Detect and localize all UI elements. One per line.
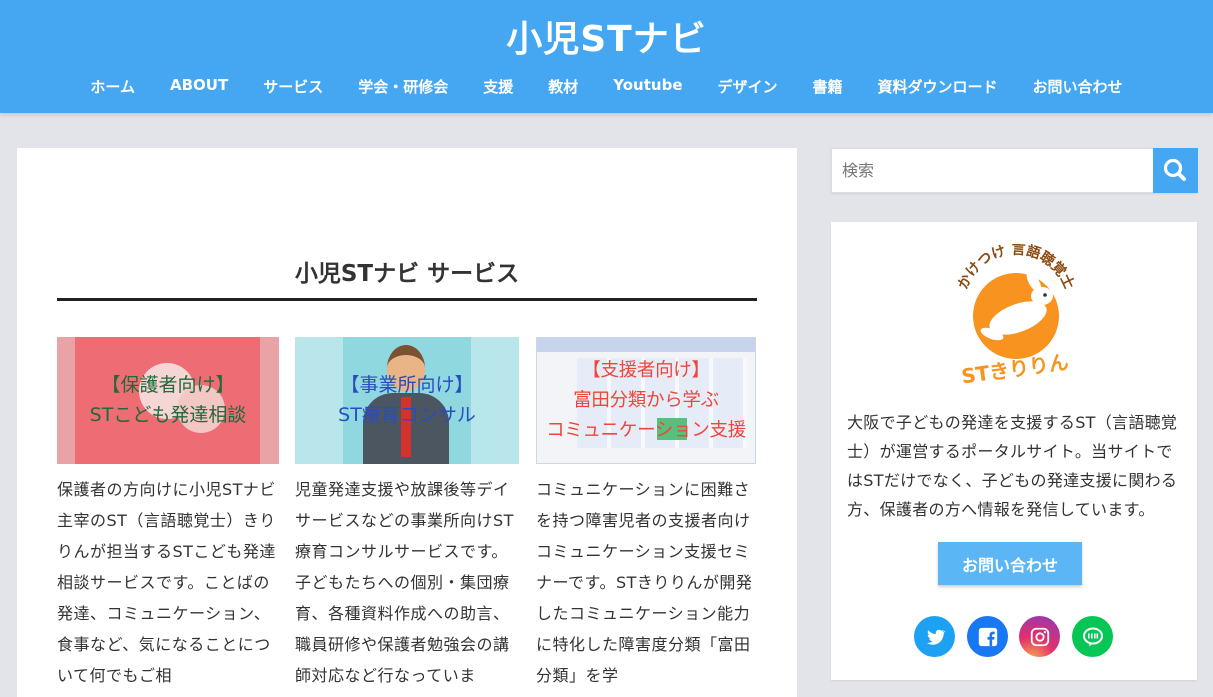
- nav-item-service[interactable]: サービス: [246, 76, 341, 97]
- nav-item-contact[interactable]: お問い合わせ: [1015, 76, 1140, 97]
- search-icon: [1163, 158, 1186, 181]
- service-description: コミュニケーションに困難さを持つ障害児者の支援者向けコミュニケーション支援セミナ…: [536, 480, 753, 685]
- service-card-parents[interactable]: 【保護者向け】 STこども発達相談 保護者の方向けに小児STナビ主宰のST（言語…: [57, 337, 279, 691]
- search-input[interactable]: [832, 149, 1152, 192]
- service-thumbnail-supporters[interactable]: 【支援者向け】 富田分類から学ぶ コミュニケーション支援: [536, 337, 756, 464]
- rabbit-eye-icon: [1043, 293, 1047, 297]
- instagram-icon: [1030, 627, 1049, 646]
- nav-item-home[interactable]: ホーム: [73, 76, 153, 97]
- about-text: 大阪で子どもの発達を支援するST（言語聴覚士）が運営するポータルサイト。当サイト…: [847, 413, 1178, 519]
- nav-item-support[interactable]: 支援: [466, 76, 531, 97]
- nav-item-design[interactable]: デザイン: [700, 76, 795, 97]
- line-icon: [1082, 627, 1103, 646]
- thumbnail-caption-line: 【保護者向け】: [101, 374, 235, 396]
- search-widget: [831, 148, 1198, 193]
- thumbnail-caption-line: 【事業所向け】: [340, 374, 474, 396]
- service-description: 保護者の方向けに小児STナビ主宰のST（言語聴覚士）きりりんが担当するSTこども…: [57, 480, 276, 685]
- nav-item-materials[interactable]: 教材: [531, 76, 596, 97]
- nav-item-conference[interactable]: 学会・研修会: [341, 76, 466, 97]
- instagram-button[interactable]: [1019, 616, 1060, 657]
- facebook-icon: [978, 627, 997, 646]
- thumbnail-caption: 【支援者向け】 富田分類から学ぶ コミュニケーション支援: [537, 356, 755, 446]
- main-nav: ホーム ABOUT サービス 学会・研修会 支援 教材 Youtube デザイン…: [0, 76, 1213, 97]
- thumbnail-caption-line: コミュニケーション支援: [546, 420, 746, 441]
- twitter-button[interactable]: [914, 616, 955, 657]
- line-button[interactable]: [1072, 616, 1113, 657]
- nav-item-books[interactable]: 書籍: [795, 76, 860, 97]
- title-divider: [57, 298, 757, 301]
- site-header: 小児STナビ ホーム ABOUT サービス 学会・研修会 支援 教材 Youtu…: [0, 0, 1213, 113]
- service-card-facilities[interactable]: 【事業所向け】 ST療育コンサル 児童発達支援や放課後等デイサービスなどの事業所…: [295, 337, 519, 691]
- thumbnail-caption-line: ST療育コンサル: [338, 404, 476, 426]
- profile-widget: かけつけ 言語聴覚士 STきりりん 大阪で子どもの発達を支援するST（言語聴覚士…: [831, 222, 1197, 680]
- service-thumbnail-parents[interactable]: 【保護者向け】 STこども発達相談: [57, 337, 279, 464]
- thumbnail-caption-line: STこども発達相談: [89, 404, 247, 426]
- twitter-icon: [926, 629, 946, 645]
- search-button[interactable]: [1153, 148, 1198, 193]
- site-logo[interactable]: かけつけ 言語聴覚士 STきりりん: [950, 244, 1080, 386]
- site-title[interactable]: 小児STナビ: [0, 10, 1213, 62]
- nav-item-about[interactable]: ABOUT: [152, 76, 245, 97]
- thumbnail-caption: 【事業所向け】 ST療育コンサル: [295, 370, 519, 430]
- nav-item-youtube[interactable]: Youtube: [596, 76, 700, 97]
- table-header-band: [537, 338, 755, 352]
- service-description: 児童発達支援や放課後等デイサービスなどの事業所向けST療育コンサルサービスです。…: [295, 480, 514, 685]
- thumbnail-caption-line: 富田分類から学ぶ: [573, 390, 719, 411]
- facebook-button[interactable]: [967, 616, 1008, 657]
- thumbnail-caption-line: 【支援者向け】: [582, 360, 710, 381]
- nav-item-downloads[interactable]: 資料ダウンロード: [860, 76, 1015, 97]
- main-content: 小児STナビ サービス 【保護者向け】 STこども発達相談 保護者の方向けに小児…: [17, 148, 797, 697]
- service-thumbnail-facilities[interactable]: 【事業所向け】 ST療育コンサル: [295, 337, 519, 464]
- contact-button[interactable]: お問い合わせ: [938, 542, 1082, 585]
- thumbnail-caption: 【保護者向け】 STこども発達相談: [57, 370, 279, 430]
- service-card-supporters[interactable]: 【支援者向け】 富田分類から学ぶ コミュニケーション支援 コミュニケーションに困…: [536, 337, 756, 691]
- page-title: 小児STナビ サービス: [294, 261, 520, 287]
